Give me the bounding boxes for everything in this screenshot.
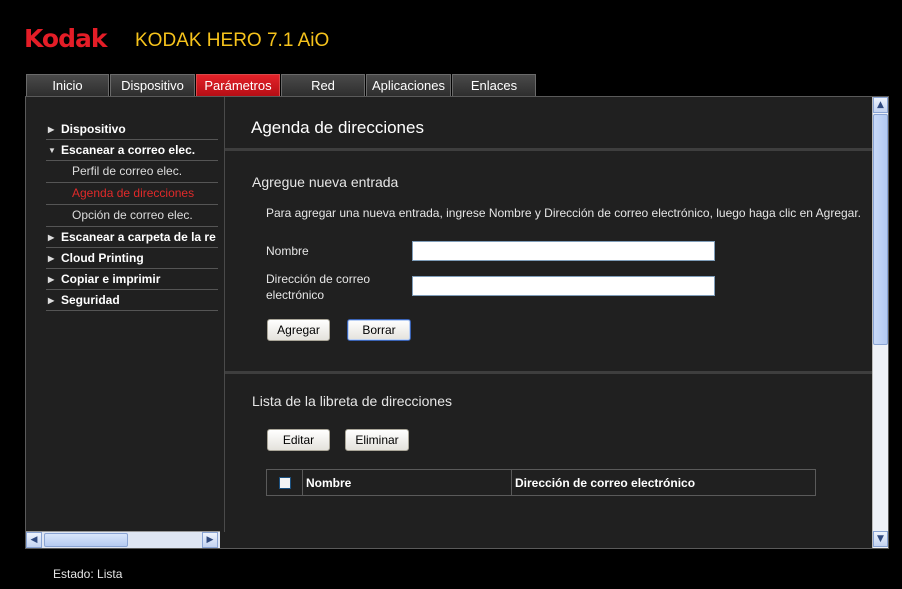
- expand-arrow-icon: ▶: [48, 254, 55, 263]
- sidebar-item-label: Escanear a correo elec.: [61, 143, 196, 157]
- section-divider: [225, 148, 872, 151]
- collapse-arrow-icon: ▼: [48, 146, 56, 155]
- scroll-right-icon[interactable]: ▶: [202, 532, 218, 548]
- printer-model-title: KODAK HERO 7.1 AiO: [135, 30, 330, 51]
- scroll-left-icon[interactable]: ◀: [26, 532, 42, 548]
- sidebar-item-label: Seguridad: [61, 293, 120, 307]
- kodak-logo: Kodak: [24, 24, 107, 53]
- expand-arrow-icon: ▶: [48, 296, 55, 305]
- tab-enlaces[interactable]: Enlaces: [452, 74, 536, 96]
- edit-button[interactable]: Editar: [267, 429, 330, 451]
- table-header-name[interactable]: Nombre: [303, 470, 512, 495]
- status-text: Estado: Lista: [53, 567, 123, 581]
- email-label-line1: Dirección de correo: [266, 272, 371, 286]
- sidebar-subitem-agenda-direcciones[interactable]: Agenda de direcciones: [46, 183, 218, 205]
- page-title: Agenda de direcciones: [251, 118, 424, 137]
- sidebar: ▶ Dispositivo ▼ Escanear a correo elec. …: [26, 97, 225, 532]
- sidebar-item-label: Escanear a carpeta de la re: [61, 230, 216, 244]
- sidebar-menu: ▶ Dispositivo ▼ Escanear a correo elec. …: [46, 119, 218, 311]
- horizontal-scroll-thumb[interactable]: [44, 533, 128, 547]
- sidebar-item-label: Cloud Printing: [61, 251, 144, 265]
- sidebar-horizontal-scrollbar[interactable]: ◀ ▶: [26, 531, 220, 548]
- sidebar-item-label: Dispositivo: [61, 122, 126, 136]
- sidebar-item-escanear-correo[interactable]: ▼ Escanear a correo elec.: [46, 140, 218, 161]
- name-input[interactable]: [412, 241, 715, 261]
- address-list-table: Nombre Dirección de correo electrónico: [266, 469, 816, 496]
- clear-button[interactable]: Borrar: [347, 319, 411, 341]
- scroll-down-icon[interactable]: ▼: [873, 531, 888, 547]
- table-header-select: [267, 470, 303, 495]
- main-tabs: Inicio Dispositivo Parámetros Red Aplica…: [26, 74, 537, 97]
- email-label-line2: electrónico: [266, 288, 325, 302]
- main-content: Agenda de direcciones Agregue nueva entr…: [225, 97, 872, 548]
- add-button[interactable]: Agregar: [267, 319, 330, 341]
- email-label: Dirección de correo electrónico: [266, 271, 370, 303]
- tab-aplicaciones[interactable]: Aplicaciones: [366, 74, 451, 96]
- expand-arrow-icon: ▶: [48, 125, 55, 134]
- expand-arrow-icon: ▶: [48, 233, 55, 242]
- add-entry-heading: Agregue nueva entrada: [252, 174, 399, 190]
- tab-parametros[interactable]: Parámetros: [196, 74, 280, 96]
- sidebar-subitem-opcion-correo[interactable]: Opción de correo elec.: [46, 205, 218, 227]
- sidebar-item-seguridad[interactable]: ▶ Seguridad: [46, 290, 218, 311]
- settings-frame: ▶ Dispositivo ▼ Escanear a correo elec. …: [25, 96, 889, 549]
- vertical-scrollbar[interactable]: ▲ ▼: [872, 97, 888, 548]
- sidebar-item-cloud-printing[interactable]: ▶ Cloud Printing: [46, 248, 218, 269]
- delete-button[interactable]: Eliminar: [345, 429, 409, 451]
- expand-arrow-icon: ▶: [48, 275, 55, 284]
- address-list-heading: Lista de la libreta de direcciones: [252, 393, 453, 409]
- vertical-scroll-thumb[interactable]: [873, 114, 888, 345]
- sidebar-item-label: Copiar e imprimir: [61, 272, 161, 286]
- select-all-checkbox[interactable]: [278, 476, 291, 489]
- sidebar-item-dispositivo[interactable]: ▶ Dispositivo: [46, 119, 218, 140]
- name-label: Nombre: [266, 244, 309, 258]
- sidebar-item-copiar-imprimir[interactable]: ▶ Copiar e imprimir: [46, 269, 218, 290]
- sidebar-item-escanear-carpeta[interactable]: ▶ Escanear a carpeta de la re: [46, 227, 218, 248]
- table-header-email[interactable]: Dirección de correo electrónico: [512, 470, 815, 495]
- email-input[interactable]: [412, 276, 715, 296]
- tab-inicio[interactable]: Inicio: [26, 74, 109, 96]
- section-divider: [225, 371, 872, 374]
- add-entry-instructions: Para agregar una nueva entrada, ingrese …: [266, 206, 862, 220]
- sidebar-subitem-perfil-correo[interactable]: Perfil de correo elec.: [46, 161, 218, 183]
- scroll-up-icon[interactable]: ▲: [873, 97, 888, 113]
- tab-dispositivo[interactable]: Dispositivo: [110, 74, 195, 96]
- tab-red[interactable]: Red: [281, 74, 365, 96]
